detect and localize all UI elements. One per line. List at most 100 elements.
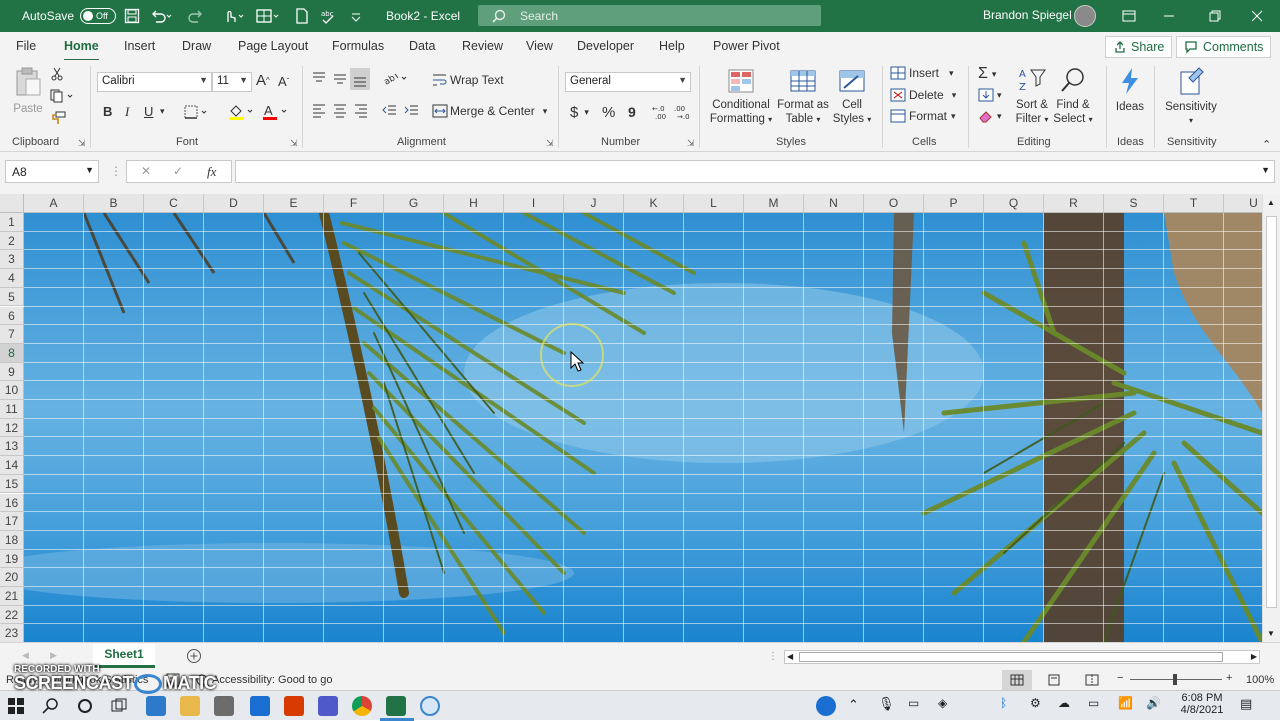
increase-decimal-icon[interactable]: ←.0.00: [652, 104, 668, 120]
column-header[interactable]: L: [684, 194, 744, 213]
row-header[interactable]: 3: [0, 250, 24, 270]
row-header[interactable]: 12: [0, 418, 24, 438]
format-as-table-button[interactable]: Format as Table ▾: [776, 68, 830, 127]
store-icon[interactable]: [214, 696, 234, 716]
italic-button[interactable]: I: [125, 104, 129, 120]
avatar[interactable]: [1074, 5, 1096, 27]
zoom-out-icon[interactable]: −: [1117, 672, 1123, 684]
conditional-formatting-button[interactable]: Conditional Formatting ▾: [705, 68, 777, 127]
percent-button[interactable]: %: [602, 104, 615, 121]
row-header[interactable]: 7: [0, 325, 24, 344]
font-name-select[interactable]: Calibri ▼: [97, 72, 212, 92]
close-icon[interactable]: [1234, 0, 1280, 32]
file-explorer-icon[interactable]: [180, 696, 200, 716]
column-header[interactable]: I: [504, 194, 564, 213]
column-header[interactable]: R: [1044, 194, 1104, 213]
cancel-icon[interactable]: ✕: [141, 164, 151, 178]
column-header[interactable]: B: [84, 194, 144, 213]
currency-button[interactable]: $ ▾: [570, 104, 589, 121]
notifications-icon[interactable]: ▤: [1240, 696, 1252, 712]
page-break-view-icon[interactable]: [1085, 674, 1099, 689]
minimize-icon[interactable]: [1146, 0, 1192, 32]
office-icon[interactable]: [284, 696, 304, 716]
font-size-select[interactable]: 11 ▼: [212, 72, 252, 92]
row-header[interactable]: 21: [0, 587, 24, 606]
column-header[interactable]: C: [144, 194, 204, 213]
font-launcher-icon[interactable]: ⇲: [290, 138, 298, 149]
autosave-toggle[interactable]: Off: [80, 8, 117, 24]
row-header[interactable]: 9: [0, 362, 24, 382]
restore-icon[interactable]: [1192, 0, 1238, 32]
meet-now-icon[interactable]: ▭: [908, 696, 919, 710]
name-box[interactable]: A8 ▼: [5, 160, 99, 183]
sensitivity-button[interactable]: Sensitivity ▾: [1160, 66, 1222, 128]
help-icon[interactable]: [816, 696, 836, 716]
cut-icon[interactable]: [50, 67, 64, 81]
row-header[interactable]: 14: [0, 456, 24, 475]
fill-button[interactable]: ▾: [978, 88, 1002, 102]
volume-icon[interactable]: 🔊: [1146, 696, 1161, 710]
column-header[interactable]: G: [384, 194, 444, 213]
collapse-ribbon-icon[interactable]: ⌃: [1262, 138, 1271, 151]
bold-button[interactable]: B: [103, 104, 112, 119]
column-header[interactable]: O: [864, 194, 924, 213]
autosum-button[interactable]: Σ ▾: [978, 65, 996, 83]
number-launcher-icon[interactable]: ⇲: [687, 138, 695, 149]
task-view-icon[interactable]: [110, 697, 128, 718]
align-top-icon[interactable]: [311, 70, 327, 86]
user-name[interactable]: Brandon Spiegel: [983, 8, 1072, 22]
cortana-icon[interactable]: [76, 697, 94, 718]
search-icon[interactable]: [42, 697, 60, 718]
tab-draw[interactable]: Draw: [182, 39, 211, 53]
row-header[interactable]: 8: [0, 343, 24, 363]
row-header[interactable]: 20: [0, 568, 24, 587]
font-color-icon[interactable]: A: [262, 103, 290, 121]
search-box[interactable]: Search: [478, 5, 821, 26]
paste-button[interactable]: Paste: [10, 66, 46, 116]
align-middle-icon[interactable]: [332, 70, 348, 86]
tab-insert[interactable]: Insert: [124, 39, 155, 53]
battery-icon[interactable]: ▭: [1088, 696, 1099, 710]
column-header[interactable]: S: [1104, 194, 1164, 213]
borders-icon[interactable]: [184, 104, 210, 120]
vertical-scrollbar[interactable]: ▲ ▼: [1262, 194, 1280, 642]
normal-view-button[interactable]: [1002, 670, 1032, 690]
row-header[interactable]: 11: [0, 400, 24, 419]
zoom-slider-thumb[interactable]: [1173, 674, 1177, 685]
row-header[interactable]: 19: [0, 549, 24, 569]
undo-icon[interactable]: [150, 0, 172, 32]
tab-file[interactable]: File: [16, 39, 36, 53]
row-header[interactable]: 16: [0, 493, 24, 513]
decrease-indent-icon[interactable]: [382, 102, 398, 118]
edge-icon[interactable]: [146, 696, 166, 716]
decrease-font-icon[interactable]: Aˇ: [278, 74, 289, 89]
save-icon[interactable]: [124, 0, 140, 32]
row-header[interactable]: 1: [0, 213, 24, 232]
tab-home[interactable]: Home: [64, 39, 99, 62]
windows-start-icon[interactable]: [8, 698, 24, 717]
underline-button[interactable]: U: [144, 104, 153, 119]
excel-icon[interactable]: [386, 696, 406, 716]
wifi-icon[interactable]: 📶: [1118, 696, 1133, 710]
scroll-down-icon[interactable]: ▼: [1267, 629, 1275, 638]
spelling-icon[interactable]: abc: [320, 0, 340, 32]
alignment-launcher-icon[interactable]: ⇲: [546, 138, 554, 149]
orientation-icon[interactable]: ab: [382, 70, 410, 86]
clipboard-launcher-icon[interactable]: ⇲: [78, 138, 86, 149]
row-header[interactable]: 15: [0, 474, 24, 494]
increase-indent-icon[interactable]: [404, 102, 420, 118]
comma-button[interactable]: 9: [628, 104, 636, 120]
column-header[interactable]: E: [264, 194, 324, 213]
row-header[interactable]: 13: [0, 437, 24, 457]
zoom-level[interactable]: 100%: [1246, 674, 1274, 686]
chevron-up-icon[interactable]: ⌃: [848, 697, 859, 713]
redo-icon[interactable]: [188, 0, 210, 32]
tab-power-pivot[interactable]: Power Pivot: [713, 39, 780, 53]
settings-icon[interactable]: ⚙: [1030, 696, 1041, 710]
check-icon[interactable]: ✓: [173, 164, 183, 178]
tab-help[interactable]: Help: [659, 39, 685, 53]
row-header[interactable]: 18: [0, 530, 24, 550]
column-header[interactable]: H: [444, 194, 504, 213]
tab-page-layout[interactable]: Page Layout: [238, 39, 308, 53]
column-header[interactable]: N: [804, 194, 864, 213]
